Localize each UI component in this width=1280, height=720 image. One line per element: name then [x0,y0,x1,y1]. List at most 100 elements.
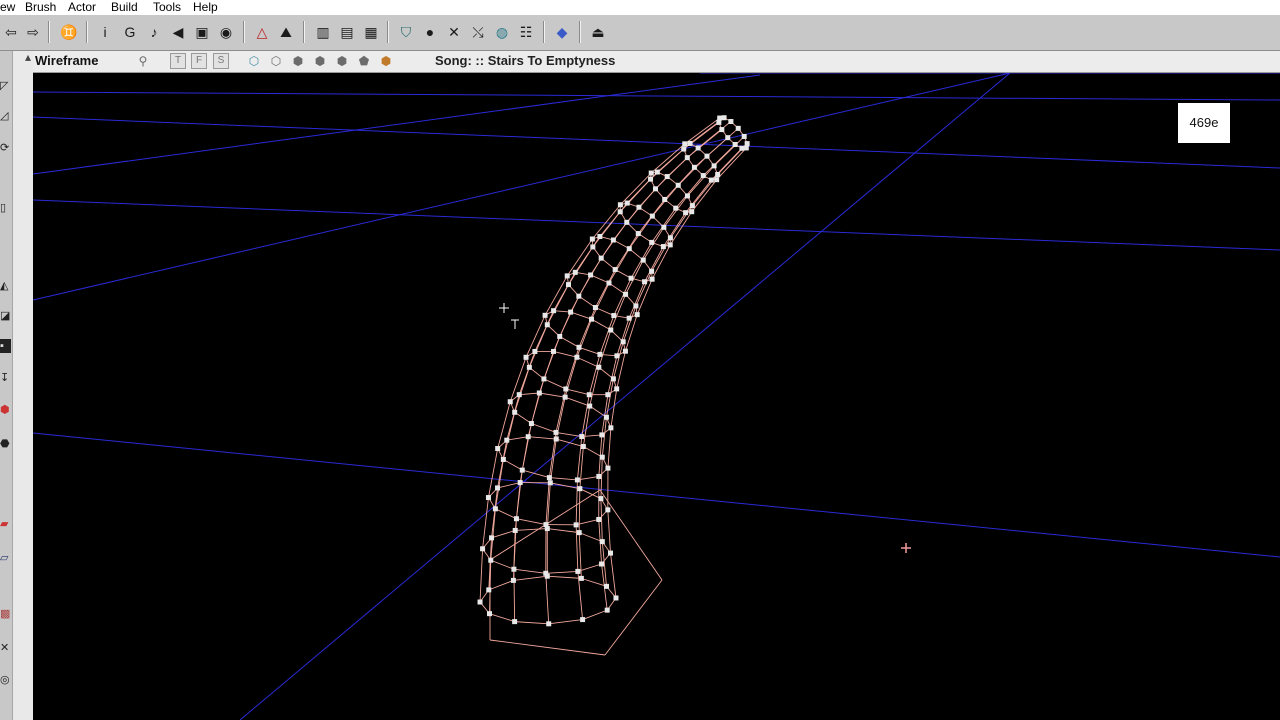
menu-help[interactable]: Help [193,0,218,14]
vertex-handle[interactable] [624,219,630,225]
viewport-mode-label[interactable]: Wireframe [35,53,98,68]
vertex-handle[interactable] [568,309,574,315]
compass-icon[interactable]: ✕ [445,23,463,41]
vertex-handle[interactable] [662,196,668,202]
vertex-handle[interactable] [528,421,534,427]
vertex-handle[interactable] [510,577,516,583]
vertex-handle[interactable] [614,353,620,359]
mesh-icon[interactable]: △ [253,23,271,41]
cube-icon[interactable]: ◆ [553,23,571,41]
vertex-handle[interactable] [683,210,689,216]
vertex-handle[interactable] [485,495,491,501]
vertex-handle[interactable] [576,530,582,536]
texture-icon[interactable]: ▣ [193,23,211,41]
vertex-handle[interactable] [652,186,658,192]
vertex-handle[interactable] [546,621,552,627]
vertex-handle[interactable] [612,267,618,273]
play-icon[interactable]: ⏏ [589,23,607,41]
vertex-handle[interactable] [577,486,583,492]
build-geometry-icon[interactable]: ▥ [314,23,332,41]
vertex-handle[interactable] [649,213,655,219]
filter-side-button[interactable]: S [213,53,229,69]
vertex-handle[interactable] [649,268,655,274]
vertex-handle[interactable] [599,561,605,567]
vertex-handle[interactable] [544,322,550,328]
vertex-handle[interactable] [586,392,592,398]
wireframe-view-icon[interactable]: ⬡ [247,54,261,68]
vertex-handle[interactable] [741,133,747,139]
globe-icon[interactable]: ◍ [493,23,511,41]
vertex-handle[interactable] [489,535,495,541]
vertex-handle[interactable] [550,348,556,354]
vertex-handle[interactable] [542,312,548,318]
bsp-view-icon[interactable]: ⬢ [313,54,327,68]
vertex-handle[interactable] [587,403,593,409]
vertex-handle[interactable] [689,203,695,209]
vertex-handle[interactable] [480,546,486,552]
vertex-handle[interactable] [648,170,654,176]
vertex-handle[interactable] [687,140,693,146]
vertex-handle[interactable] [495,446,501,452]
vertex-handle[interactable] [580,617,586,623]
vertex-handle[interactable] [606,280,612,286]
vertex-handle[interactable] [608,425,614,431]
vertex-handle[interactable] [566,282,572,288]
vertex-handle[interactable] [635,231,641,237]
vertex-handle[interactable] [605,507,611,513]
terrain-icon[interactable]: ⛰ [277,23,295,41]
vertex-handle[interactable] [691,164,697,170]
vertex-handle[interactable] [596,364,602,370]
show-selected-icon[interactable]: ✕ [0,641,11,655]
vertex-handle[interactable] [608,327,614,333]
vertex-handle[interactable] [512,619,518,625]
vertex-handle[interactable] [605,392,611,398]
vertex-handle[interactable] [574,354,580,360]
vertex-handle[interactable] [714,177,720,183]
vertex-handle[interactable] [500,456,506,462]
vertex-handle[interactable] [607,550,613,556]
vertex-handle[interactable] [717,115,723,121]
info-icon[interactable]: i [96,23,114,41]
light-bulb-icon[interactable]: ● [421,23,439,41]
camera-icon[interactable]: ◸ [0,79,11,93]
vertex-handle[interactable] [511,566,517,572]
vertex-handle[interactable] [739,145,745,151]
vertex-handle[interactable] [700,173,706,179]
vertex-handle[interactable] [523,354,529,360]
perspective-viewport[interactable] [33,73,1280,720]
scale-icon[interactable]: ◿ [0,109,11,123]
vertex-handle[interactable] [605,465,611,471]
vertex-handle[interactable] [721,115,727,121]
vertex-handle[interactable] [504,437,510,443]
vertex-handle[interactable] [513,516,519,522]
vertex-handle[interactable] [541,376,547,382]
vertex-handle[interactable] [517,480,523,486]
stair-icon[interactable]: ◪ [0,309,11,323]
vertex-handle[interactable] [562,394,568,400]
vertex-handle[interactable] [553,436,559,442]
vertex-handle[interactable] [604,583,610,589]
brush-wireframe[interactable] [479,117,748,656]
vertex-handle[interactable] [617,202,623,208]
vertex-handle[interactable] [648,176,654,182]
vertex-handle[interactable] [492,506,498,512]
vertex-handle[interactable] [633,303,639,309]
sound-icon[interactable]: ◀ [169,23,187,41]
vertex-handle[interactable] [525,434,531,440]
viewport-canvas[interactable] [33,73,1280,720]
vertex-handle[interactable] [486,611,492,617]
filter-front-button[interactable]: F [191,53,207,69]
vertex-handle[interactable] [543,570,549,576]
forward-arrow-icon[interactable]: ⇨ [24,23,42,41]
menu-tools[interactable]: Tools [153,0,181,14]
vertex-handle[interactable] [597,351,603,357]
vertex-handle[interactable] [546,475,552,481]
vertex-handle[interactable] [516,392,522,398]
vertex-handle[interactable] [620,339,626,345]
rotate-icon[interactable]: ⟳ [0,141,11,155]
hide-selected-icon[interactable]: ◎ [0,673,11,687]
vertex-handle[interactable] [661,224,667,230]
filter-textures-button[interactable]: T [170,53,186,69]
vertex-handle[interactable] [640,257,646,263]
vertex-handle[interactable] [711,163,717,169]
